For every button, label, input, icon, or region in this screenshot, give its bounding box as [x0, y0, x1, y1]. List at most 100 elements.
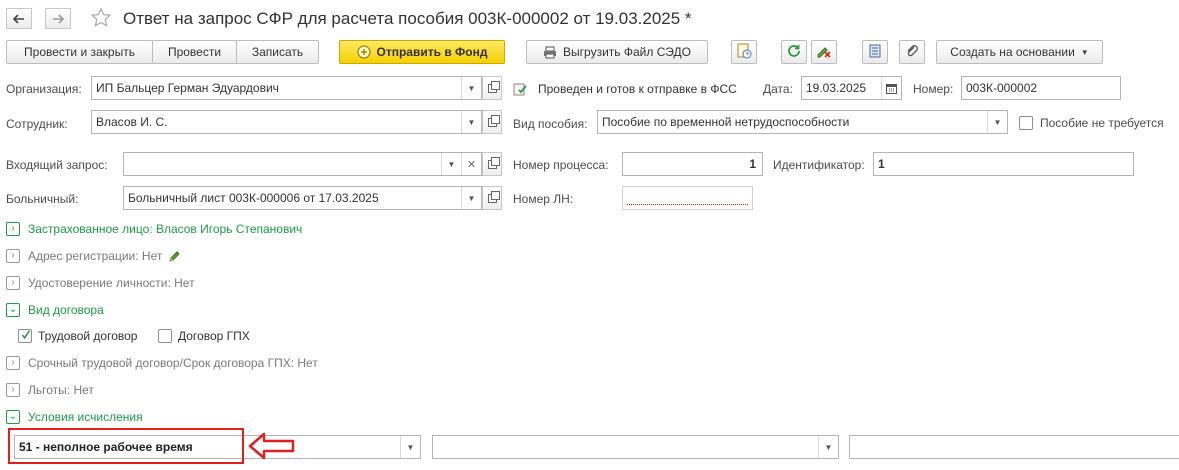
chevron-down-icon: ⌄ [6, 410, 20, 424]
gph-contract-label: Договор ГПХ [178, 329, 250, 343]
date-field[interactable]: 19.03.2025 [801, 76, 902, 100]
benefit-not-required-checkbox[interactable]: Пособие не требуется [1019, 115, 1164, 131]
section-identity-document[interactable]: › Удостоверение личности: Нет [6, 276, 195, 290]
employee-field[interactable]: Власов И. С. ▼ [91, 110, 482, 134]
org-label: Организация: [6, 82, 82, 96]
sick-leave-field[interactable]: Больничный лист 003К-000006 от 17.03.202… [123, 186, 482, 210]
required-underline [627, 204, 748, 205]
arrow-left-icon [12, 11, 25, 27]
document-clock-icon [736, 43, 752, 62]
ln-number-field[interactable] [622, 186, 753, 210]
employee-value: Власов И. С. [96, 115, 168, 129]
clear-posting-button[interactable] [811, 40, 837, 64]
section-address[interactable]: › Адрес регистрации: Нет [6, 249, 181, 263]
labor-contract-label: Трудовой договор [38, 329, 138, 343]
sick-leave-value: Больничный лист 003К-000006 от 17.03.202… [128, 191, 379, 205]
process-number-label: Номер процесса: [513, 158, 609, 172]
org-field[interactable]: ИП Бальцер Герман Эдуардович ▼ [91, 76, 482, 100]
post-and-close-button[interactable]: Провести и закрыть [6, 40, 153, 64]
number-field[interactable]: 003К-000002 [961, 76, 1121, 100]
page-title: Ответ на запрос СФР для расчета пособия … [123, 9, 692, 28]
open-form-icon [487, 190, 500, 203]
chevron-right-icon: › [6, 249, 20, 263]
open-form-icon [487, 156, 500, 169]
section-address-label: Адрес регистрации: Нет [28, 249, 163, 263]
chevron-down-icon[interactable]: ▼ [461, 111, 481, 133]
process-number-field[interactable]: 1 [622, 152, 763, 176]
chevron-down-icon[interactable]: ▼ [818, 436, 838, 458]
open-incoming-request-button[interactable] [482, 152, 502, 176]
section-calc-conditions[interactable]: ⌄ Условия исчисления [6, 410, 143, 424]
section-benefits[interactable]: › Льготы: Нет [6, 383, 94, 397]
section-insured-person-label: Застрахованное лицо: Власов Игорь Степан… [28, 222, 303, 236]
number-label: Номер: [913, 82, 954, 96]
benefit-not-required-label: Пособие не требуется [1040, 116, 1164, 130]
gph-contract-checkbox[interactable]: Договор ГПХ [158, 328, 250, 344]
benefit-type-select[interactable]: Пособие по временной нетрудоспособности … [597, 110, 1008, 134]
pencil-icon[interactable] [168, 250, 181, 263]
open-form-icon [487, 80, 500, 93]
arrow-right-icon [52, 11, 65, 27]
posted-status-text: Проведен и готов к отправке в ФСС [538, 82, 737, 96]
checkbox-checked[interactable] [18, 329, 32, 343]
refresh-icon [787, 44, 801, 61]
section-fixed-term[interactable]: › Срочный трудовой договор/Срок договора… [6, 356, 318, 370]
identifier-value: 1 [878, 157, 885, 171]
identifier-label: Идентификатор: [773, 158, 865, 172]
section-calc-conditions-label: Условия исчисления [28, 410, 143, 424]
employee-label: Сотрудник: [6, 117, 68, 131]
chevron-right-icon: › [6, 276, 20, 290]
ln-number-label: Номер ЛН: [513, 192, 574, 206]
attach-button[interactable] [899, 40, 925, 64]
clear-icon[interactable]: ✕ [461, 153, 481, 175]
create-based-on-button[interactable]: Создать на основании ▼ [936, 40, 1103, 64]
section-identity-document-label: Удостоверение личности: Нет [28, 276, 195, 290]
section-contract-type-label: Вид договора [28, 303, 104, 317]
incoming-request-label: Входящий запрос: [6, 158, 108, 172]
condition-3-select[interactable] [849, 435, 1179, 459]
benefit-type-label: Вид пособия: [513, 117, 588, 131]
report-button[interactable] [731, 40, 757, 64]
save-button[interactable]: Записать [236, 40, 319, 64]
refresh-button[interactable] [781, 40, 807, 64]
open-sick-leave-button[interactable] [482, 186, 502, 210]
open-employee-button[interactable] [482, 110, 502, 134]
incoming-request-field[interactable]: ▼ ✕ [123, 152, 482, 176]
benefit-type-value: Пособие по временной нетрудоспособности [602, 115, 850, 129]
forward-button[interactable] [45, 8, 71, 29]
send-to-fund-label: Отправить в Фонд [376, 45, 488, 59]
identifier-field[interactable]: 1 [873, 152, 1134, 176]
list-button[interactable] [862, 40, 888, 64]
section-insured-person[interactable]: › Застрахованное лицо: Власов Игорь Степ… [6, 222, 302, 236]
open-org-button[interactable] [482, 76, 502, 100]
chevron-down-icon[interactable]: ▼ [441, 153, 461, 175]
edit-cancel-icon [816, 43, 832, 62]
send-fund-icon [357, 45, 371, 59]
favorite-star-icon[interactable] [90, 7, 112, 32]
export-sedo-button[interactable]: Выгрузить Файл СЭДО [526, 40, 708, 64]
chevron-down-icon: ▼ [1080, 47, 1089, 57]
condition-2-select[interactable]: ▼ [432, 435, 839, 459]
process-number-value: 1 [749, 157, 756, 171]
chevron-right-icon: › [6, 222, 20, 236]
labor-contract-checkbox[interactable]: Трудовой договор [18, 328, 137, 344]
chevron-down-icon[interactable]: ▼ [400, 436, 420, 458]
highlight-box [8, 428, 244, 464]
checkbox-box[interactable] [1019, 116, 1033, 130]
section-benefits-label: Льготы: Нет [28, 383, 94, 397]
export-sedo-label: Выгрузить Файл СЭДО [563, 45, 691, 59]
chevron-down-icon[interactable]: ▼ [461, 187, 481, 209]
back-button[interactable] [6, 8, 32, 29]
date-label: Дата: [763, 82, 793, 96]
list-icon [869, 44, 881, 61]
chevron-down-icon[interactable]: ▼ [461, 77, 481, 99]
chevron-down-icon: ⌄ [6, 303, 20, 317]
send-to-fund-button[interactable]: Отправить в Фонд [339, 40, 505, 64]
section-contract-type[interactable]: ⌄ Вид договора [6, 303, 104, 317]
chevron-down-icon[interactable]: ▼ [987, 111, 1007, 133]
date-value: 19.03.2025 [806, 81, 867, 95]
create-based-on-label: Создать на основании [950, 45, 1075, 59]
calendar-icon[interactable] [881, 77, 901, 99]
post-button[interactable]: Провести [152, 40, 237, 64]
checkbox-box[interactable] [158, 329, 172, 343]
